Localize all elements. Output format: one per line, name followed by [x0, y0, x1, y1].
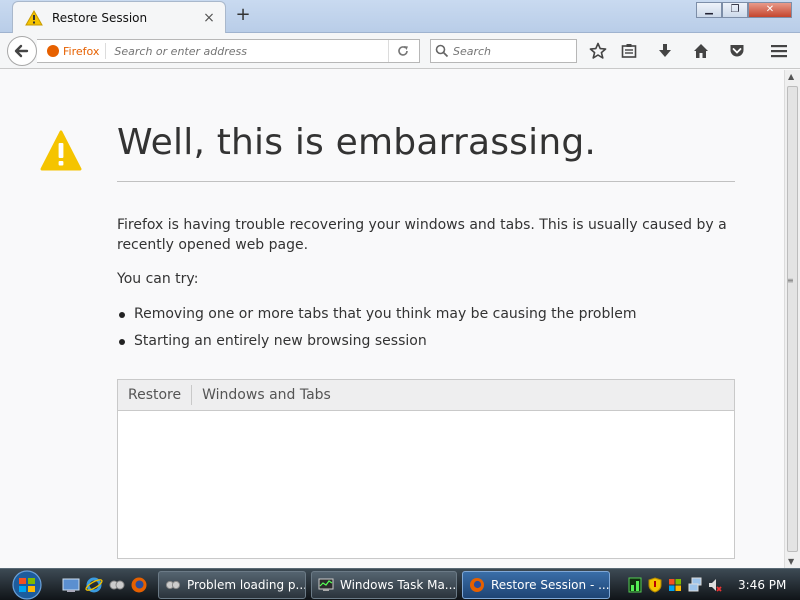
back-button[interactable] — [7, 36, 37, 66]
try-label: You can try: — [117, 271, 199, 287]
search-input[interactable] — [449, 44, 559, 58]
page-content: Well, this is embarrassing. Firefox is h… — [0, 70, 784, 568]
url-bar[interactable]: Firefox — [37, 39, 420, 63]
clock[interactable]: 3:46 PM — [738, 578, 786, 592]
back-arrow-icon — [14, 44, 29, 58]
identity-box[interactable]: Firefox — [41, 43, 107, 59]
tab-strip: Restore Session × + ▁ ❐ ✕ — [0, 0, 800, 33]
address-input[interactable] — [106, 44, 389, 58]
network-meter-icon[interactable] — [628, 577, 642, 593]
reload-icon — [398, 46, 408, 56]
window-controls: ▁ ❐ ✕ — [696, 2, 792, 18]
navigation-toolbar: Firefox — [0, 33, 800, 69]
vertical-scrollbar[interactable]: ▲ ≡ ▼ — [784, 70, 800, 568]
task-label: Problem loading p... — [187, 578, 306, 592]
volume-muted-icon[interactable] — [708, 577, 722, 593]
reading-list-icon — [621, 44, 637, 58]
scroll-up-arrow-icon[interactable]: ▲ — [788, 72, 794, 81]
reading-list-button[interactable] — [618, 40, 640, 62]
firefox-icon — [470, 578, 484, 592]
session-restore-tree[interactable]: Restore Windows and Tabs — [117, 379, 735, 559]
maximize-button[interactable]: ❐ — [722, 2, 748, 18]
error-description: Firefox is having trouble recovering you… — [117, 217, 727, 253]
warning-icon — [25, 9, 43, 25]
bullet-icon — [119, 312, 125, 318]
bookmark-button[interactable] — [587, 40, 609, 62]
column-header-windows-and-tabs[interactable]: Windows and Tabs — [192, 385, 341, 405]
suggestion-text: Starting an entirely new browsing sessio… — [134, 333, 427, 349]
bullet-icon — [119, 339, 125, 345]
task-manager-icon — [318, 578, 334, 591]
pocket-button[interactable] — [726, 40, 748, 62]
bookmark-star-icon — [589, 42, 607, 59]
windows-update-icon[interactable] — [668, 577, 682, 593]
scroll-thumb[interactable] — [787, 86, 798, 552]
reload-button[interactable] — [388, 40, 416, 62]
column-header-restore[interactable]: Restore — [118, 385, 193, 405]
security-shield-icon[interactable] — [648, 576, 662, 593]
show-desktop-icon[interactable] — [62, 576, 80, 594]
app-icon — [165, 580, 181, 590]
warning-icon — [40, 130, 82, 171]
system-tray: 3:46 PM — [628, 569, 800, 600]
scroll-grip-icon: ≡ — [787, 276, 794, 285]
taskbar-task-task-manager[interactable]: Windows Task Ma... — [311, 571, 457, 599]
magnifier-icon — [435, 44, 449, 58]
page-title: Well, this is embarrassing. — [117, 122, 597, 163]
menu-button[interactable] — [768, 40, 790, 62]
task-label: Windows Task Ma... — [340, 578, 457, 592]
scroll-down-arrow-icon[interactable]: ▼ — [788, 557, 794, 566]
downloads-button[interactable] — [654, 40, 676, 62]
taskbar: Problem loading p... Windows Task Ma... … — [0, 568, 800, 600]
search-bar[interactable] — [430, 39, 577, 63]
internet-explorer-icon[interactable] — [85, 576, 103, 594]
firefox-icon — [47, 45, 59, 57]
home-button[interactable] — [690, 40, 712, 62]
app-icon[interactable] — [108, 576, 126, 594]
hamburger-menu-icon — [771, 45, 787, 58]
tree-header: Restore Windows and Tabs — [118, 380, 734, 411]
list-item: Removing one or more tabs that you think… — [117, 306, 637, 333]
home-icon — [694, 44, 708, 58]
taskbar-task-restore-session[interactable]: Restore Session - ... — [462, 571, 610, 599]
network-icon[interactable] — [688, 577, 702, 593]
pocket-icon — [730, 45, 744, 57]
tab-close-icon[interactable]: × — [201, 10, 217, 26]
tab-restore-session[interactable]: Restore Session × — [12, 1, 226, 33]
close-window-button[interactable]: ✕ — [748, 2, 792, 18]
new-tab-button[interactable]: + — [232, 5, 254, 27]
suggestion-list: Removing one or more tabs that you think… — [117, 306, 637, 360]
task-label: Restore Session - ... — [491, 578, 610, 592]
identity-label: Firefox — [63, 44, 100, 58]
download-icon — [659, 44, 671, 57]
heading-divider — [117, 181, 735, 182]
list-item: Starting an entirely new browsing sessio… — [117, 333, 637, 360]
firefox-icon[interactable] — [130, 576, 148, 594]
taskbar-task-problem-loading[interactable]: Problem loading p... — [158, 571, 306, 599]
minimize-button[interactable]: ▁ — [696, 2, 722, 18]
tab-title: Restore Session — [52, 10, 148, 25]
suggestion-text: Removing one or more tabs that you think… — [134, 306, 637, 322]
start-button[interactable] — [5, 570, 49, 600]
